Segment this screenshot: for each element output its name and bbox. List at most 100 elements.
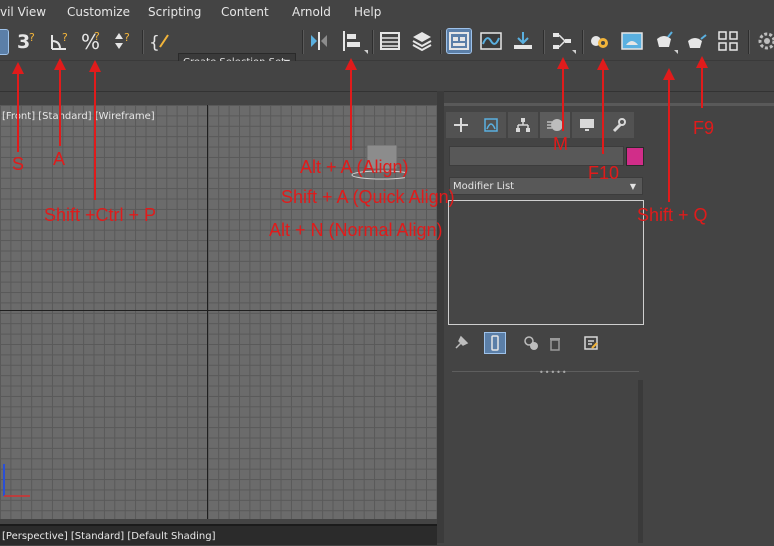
svg-text:?: ?: [94, 30, 100, 43]
drag-handle-icon[interactable]: •••••: [539, 368, 568, 377]
toolbar-separator: [440, 30, 442, 54]
material-editor-button[interactable]: [588, 29, 612, 53]
curve-editor-button[interactable]: [479, 29, 503, 53]
schematic-view-button[interactable]: [550, 29, 574, 53]
svg-text:?: ?: [62, 31, 68, 44]
toolbar-separator: [582, 30, 584, 54]
mirror-icon: [311, 32, 327, 50]
menu-content[interactable]: Content: [221, 5, 269, 19]
menu-scripting[interactable]: Scripting: [148, 5, 201, 19]
hierarchy-icon: [516, 118, 530, 132]
percent-snap-button[interactable]: % ?: [80, 29, 104, 53]
perspective-viewport-label[interactable]: [Perspective] [Standard] [Default Shadin…: [2, 531, 216, 542]
pin-icon: [455, 335, 469, 349]
angle-snap-button[interactable]: ?: [48, 29, 72, 53]
pin-stack-button[interactable]: [451, 333, 471, 353]
modifier-stack[interactable]: [448, 200, 644, 325]
toolbar-separator: [748, 30, 750, 54]
modifier-stack-toolbar: [449, 332, 609, 354]
layer-explorer-button[interactable]: [410, 29, 434, 53]
svg-text:?: ?: [124, 31, 130, 44]
align-button[interactable]: [339, 29, 363, 53]
toolbar-separator: [543, 30, 545, 54]
viewport-splitter[interactable]: [437, 91, 444, 543]
spinner-snap-icon: ?: [115, 31, 130, 49]
annotation-quick-render: Shift + Q: [637, 205, 708, 225]
annotation-render-setup: F10: [588, 163, 620, 183]
spinner-snap-button[interactable]: ?: [111, 29, 135, 53]
trash-icon: [550, 338, 560, 351]
remove-modifier-button[interactable]: [545, 333, 565, 353]
dope-sheet-button[interactable]: [511, 29, 535, 53]
teapot-render-icon: [688, 34, 707, 48]
grid-icon: [718, 31, 738, 51]
menu-customize[interactable]: Customize: [67, 5, 130, 19]
horizontal-axis-line: [0, 310, 437, 311]
settings-button[interactable]: [755, 29, 774, 53]
annotation-material-editor: M: [553, 134, 568, 154]
annotation-quick-align: Shift + A (Quick Align): [281, 187, 455, 207]
menu-view[interactable]: vil View: [0, 5, 46, 19]
select-button[interactable]: [0, 29, 9, 55]
configure-modifier-sets-button[interactable]: [581, 333, 601, 353]
menu-bar: vil View Customize Scripting Content Arn…: [0, 0, 774, 24]
mirror-button[interactable]: [307, 29, 331, 53]
annotation-percent-snap: Shift +Ctrl + P: [44, 205, 157, 225]
rendered-frame-window-button[interactable]: [652, 29, 676, 53]
scene-explorer-button[interactable]: [378, 29, 402, 53]
annotation-arrow-line: [17, 72, 19, 152]
annotation-arrow-line: [602, 68, 604, 154]
wrench-icon: [612, 118, 626, 133]
curve-editor-icon: [480, 32, 502, 50]
flyout-indicator-icon: [674, 50, 678, 54]
render-production-button[interactable]: [684, 29, 708, 53]
gear-icon: [758, 32, 774, 50]
ribbon-bar: [0, 61, 774, 92]
angle-snap-icon: ?: [51, 31, 68, 50]
make-unique-button[interactable]: [521, 333, 541, 353]
front-viewport-label[interactable]: [Front] [Standard] [Wireframe]: [2, 111, 155, 122]
annotation-render: F9: [693, 118, 715, 138]
ribbon-toggle-button[interactable]: [446, 28, 472, 54]
annotation-arrow-line: [94, 70, 96, 200]
render-setup-button[interactable]: [620, 29, 644, 53]
snap-toggle-button[interactable]: 3 ?: [15, 29, 39, 53]
ribbon-icon: [449, 32, 469, 50]
annotation-arrow-line: [562, 67, 564, 131]
list-icon: [380, 32, 400, 50]
monitor-icon: [580, 119, 594, 131]
material-editor-icon: [591, 36, 608, 48]
annotation-arrow-line: [701, 66, 703, 108]
annotation-arrow-line: [59, 68, 61, 146]
tab-hierarchy[interactable]: [508, 112, 538, 138]
toolbar-separator: [302, 30, 304, 54]
tab-modify[interactable]: [476, 112, 506, 138]
teapot-icon: [657, 31, 673, 47]
axis-gizmo-icon: [3, 464, 30, 497]
edit-named-selection-button[interactable]: {: [148, 29, 172, 53]
align-icon: [343, 31, 360, 51]
annotation-align: Alt + A (Align): [300, 157, 409, 177]
object-color-swatch[interactable]: [626, 147, 644, 166]
render-setup-icon: [621, 32, 643, 50]
end-result-icon: [491, 335, 499, 351]
show-end-result-button[interactable]: [484, 332, 506, 354]
menu-help[interactable]: Help: [354, 5, 381, 19]
render-in-cloud-button[interactable]: [716, 29, 740, 53]
svg-text:?: ?: [29, 31, 35, 44]
configure-icon: [584, 336, 598, 350]
tab-utilities[interactable]: [604, 112, 634, 138]
tab-display[interactable]: [572, 112, 602, 138]
plus-icon: [454, 118, 468, 132]
menu-arnold[interactable]: Arnold: [292, 5, 331, 19]
schematic-icon: [553, 33, 571, 49]
panel-scrollbar[interactable]: [638, 380, 643, 543]
flyout-indicator-icon: [572, 50, 576, 54]
download-icon: [514, 32, 532, 49]
named-selection-icon: {: [149, 33, 169, 53]
chevron-down-icon: ▼: [629, 182, 636, 191]
annotation-arrow-line: [668, 78, 670, 202]
percent-snap-icon: % ?: [81, 30, 100, 53]
tab-create[interactable]: [446, 112, 476, 138]
layers-icon: [412, 32, 432, 52]
